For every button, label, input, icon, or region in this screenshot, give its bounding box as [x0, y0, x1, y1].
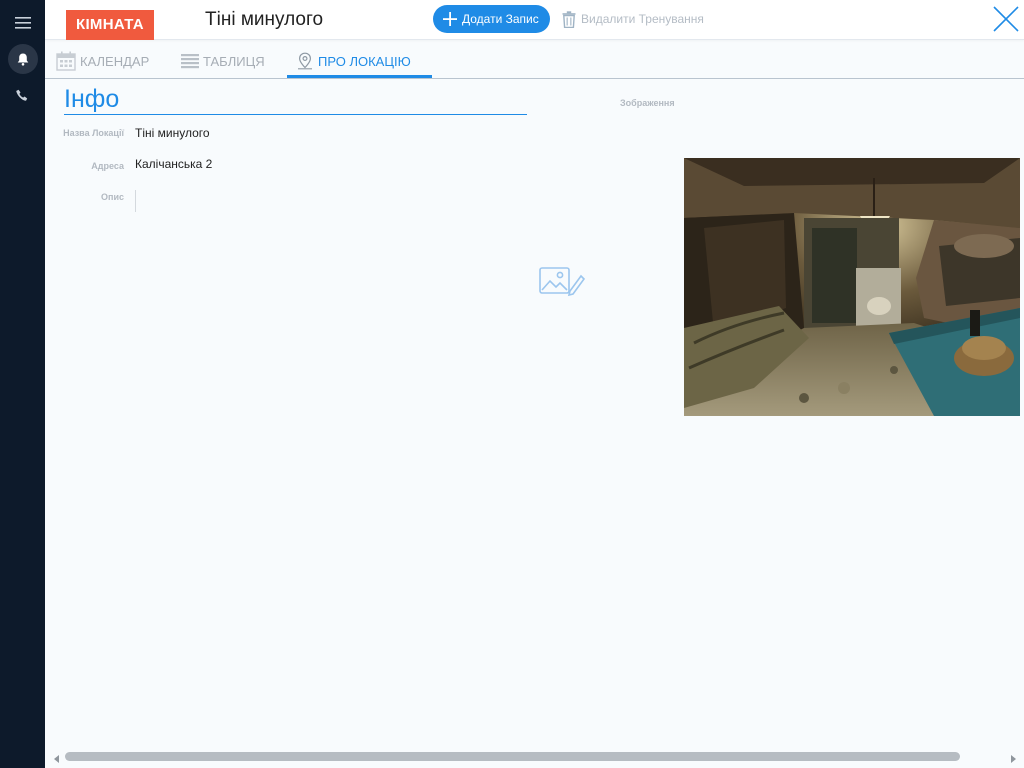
room-badge: КІМНАТА: [66, 10, 154, 40]
delete-training-label: Видалити Тренування: [581, 12, 704, 26]
edit-image-button[interactable]: [538, 265, 586, 299]
add-record-label: Додати Запис: [462, 12, 539, 26]
scroll-left-icon[interactable]: [51, 752, 63, 764]
close-button[interactable]: [991, 4, 1021, 34]
tab-table-label: ТАБЛИЦЯ: [203, 53, 265, 69]
table-icon: [181, 54, 199, 69]
tab-about-location[interactable]: ПРО ЛОКАЦІЮ: [296, 44, 411, 78]
sidebar: [0, 0, 45, 768]
page-title: Тіні минулого: [205, 9, 324, 30]
active-tab-indicator: [287, 75, 432, 78]
menu-icon[interactable]: [0, 10, 45, 36]
tab-about-location-label: ПРО ЛОКАЦІЮ: [318, 53, 411, 69]
info-heading: Інфо: [64, 84, 527, 115]
location-photo: [684, 158, 1020, 416]
scroll-right-icon[interactable]: [1007, 752, 1019, 764]
bell-icon: [7, 44, 38, 74]
location-pin-icon: [298, 52, 312, 70]
description-label: Опис: [101, 192, 124, 202]
notifications-button[interactable]: [0, 44, 45, 74]
horizontal-scrollbar[interactable]: [45, 748, 1024, 768]
calendar-icon: [56, 51, 76, 71]
description-field[interactable]: [135, 190, 136, 212]
location-name-value[interactable]: Тіні минулого: [135, 126, 210, 140]
delete-training-button[interactable]: Видалити Тренування: [562, 8, 704, 30]
address-value[interactable]: Калічанська 2: [135, 157, 212, 171]
image-edit-icon: [539, 267, 586, 297]
close-icon: [993, 6, 1019, 32]
phone-icon[interactable]: [0, 84, 45, 106]
tab-calendar-label: КАЛЕНДАР: [80, 53, 150, 69]
add-record-button[interactable]: Додати Запис: [433, 5, 550, 33]
location-name-label: Назва Локації: [63, 128, 124, 138]
tab-calendar[interactable]: КАЛЕНДАР: [56, 44, 149, 78]
top-bar: КІМНАТА Тіні минулого Додати Запис Видал…: [45, 0, 1024, 40]
plus-icon: [443, 12, 457, 26]
tab-table[interactable]: ТАБЛИЦЯ: [181, 44, 265, 78]
tab-bar: КАЛЕНДАР ТАБЛИЦЯ ПРО ЛОКАЦІЮ: [45, 44, 1024, 79]
address-label: Адреса: [91, 161, 124, 171]
scrollbar-thumb[interactable]: [65, 752, 960, 761]
image-label: Зображення: [620, 98, 675, 108]
trash-icon: [562, 10, 576, 28]
